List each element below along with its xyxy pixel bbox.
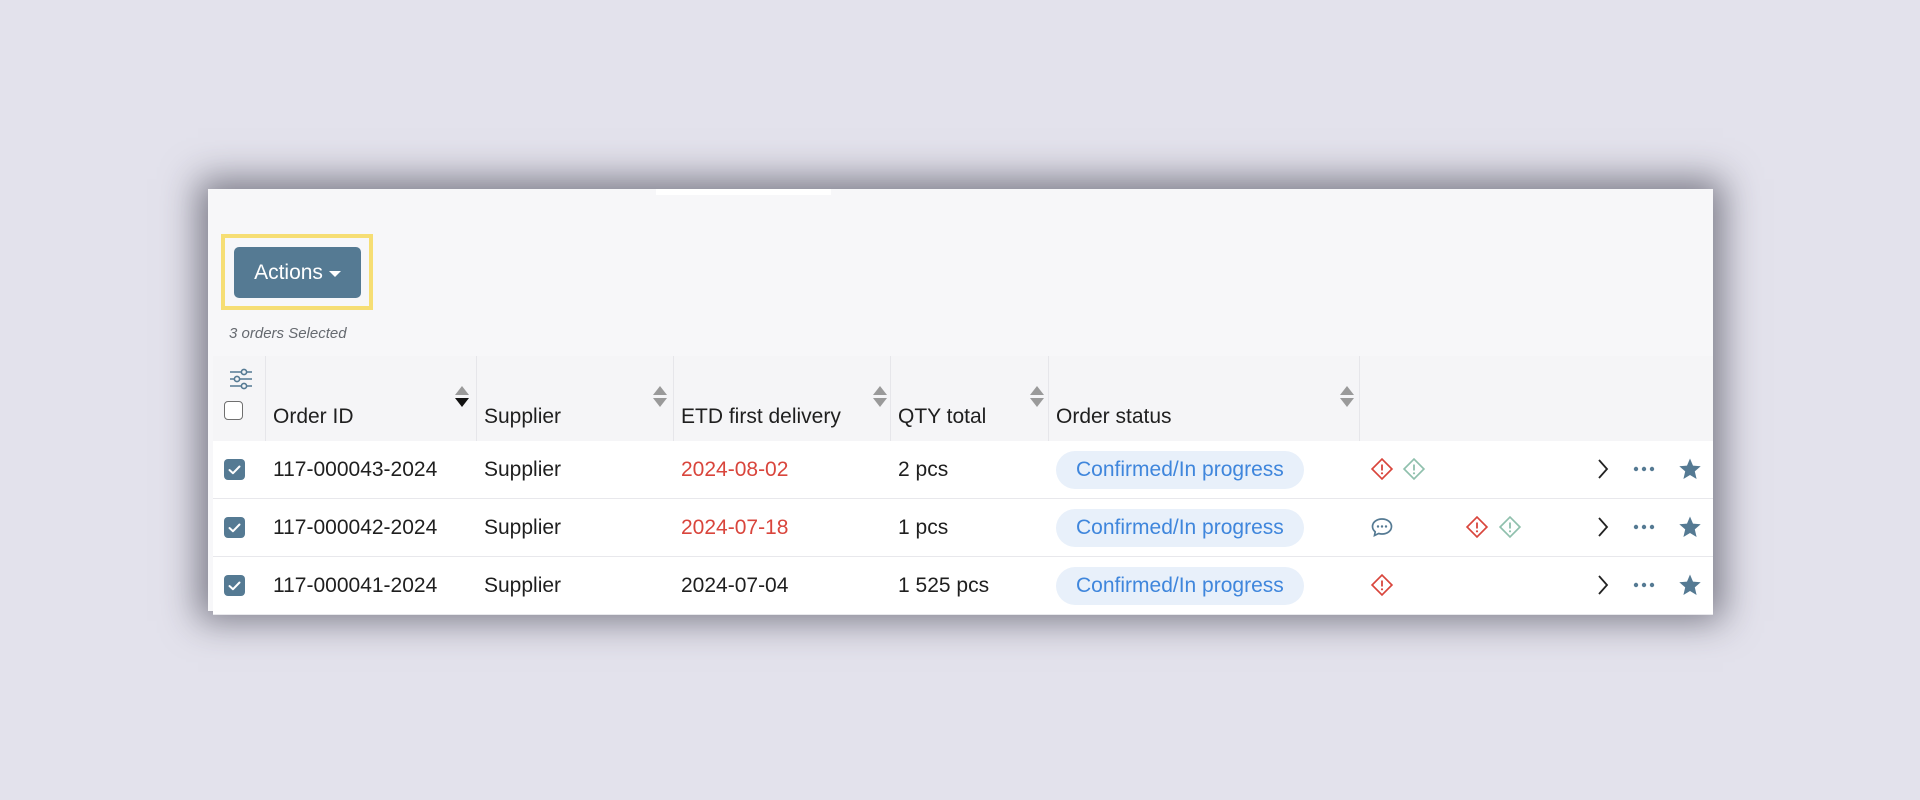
- header-qty[interactable]: QTY total: [890, 356, 1049, 441]
- row-checkbox[interactable]: [224, 557, 245, 614]
- etd-date: 2024-07-04: [681, 573, 789, 597]
- supplier-name: Supplier: [484, 457, 562, 481]
- sort-desc-icon[interactable]: [455, 386, 469, 408]
- table-header: Order ID Supplier ETD first delivery QTY…: [213, 356, 1713, 441]
- header-order-id[interactable]: Order ID: [265, 356, 477, 441]
- status-cell: Confirmed/In progress: [1056, 499, 1304, 556]
- sort-icon[interactable]: [1030, 386, 1044, 408]
- sort-icon[interactable]: [653, 386, 667, 408]
- header-status[interactable]: Order status: [1048, 356, 1360, 441]
- chevron-right-icon[interactable]: [1591, 515, 1615, 539]
- order-id[interactable]: 117-000042-2024: [273, 499, 437, 556]
- order-id[interactable]: 117-000043-2024: [273, 441, 437, 498]
- header-supplier[interactable]: Supplier: [476, 356, 674, 441]
- table-row[interactable]: 117-000041-2024 Supplier 2024-07-04 1 52…: [213, 557, 1713, 615]
- filter-settings-icon[interactable]: [229, 368, 253, 390]
- check-icon: [224, 575, 245, 596]
- more-options-icon[interactable]: [1632, 573, 1656, 597]
- check-icon: [224, 459, 245, 480]
- selected-count: 3 orders Selected: [229, 325, 347, 342]
- actions-button[interactable]: Actions: [234, 247, 361, 298]
- more-options-icon[interactable]: [1632, 457, 1656, 481]
- table-row[interactable]: 117-000043-2024 Supplier 2024-08-02 2 pc…: [213, 441, 1713, 499]
- qty-total: 1 525 pcs: [898, 573, 990, 597]
- tab-indicator: [656, 189, 831, 195]
- caret-down-icon: [328, 270, 341, 277]
- chevron-right-icon[interactable]: [1591, 573, 1615, 597]
- check-icon: [224, 517, 245, 538]
- sort-icon[interactable]: [873, 386, 887, 408]
- actions-button-label: Actions: [254, 260, 323, 284]
- header-select-col: [213, 356, 266, 441]
- select-all-checkbox[interactable]: [224, 401, 243, 420]
- header-etd[interactable]: ETD first delivery: [673, 356, 891, 441]
- status-badge: Confirmed/In progress: [1056, 566, 1304, 605]
- star-icon[interactable]: [1678, 573, 1702, 597]
- table-row[interactable]: 117-000042-2024 Supplier 2024-07-18 1 pc…: [213, 499, 1713, 557]
- supplier-name: Supplier: [484, 573, 562, 597]
- alert-red-icon[interactable]: [1465, 515, 1489, 539]
- row-checkbox[interactable]: [224, 441, 245, 498]
- order-id[interactable]: 117-000041-2024: [273, 557, 437, 614]
- more-options-icon[interactable]: [1632, 515, 1656, 539]
- status-cell: Confirmed/In progress: [1056, 557, 1304, 614]
- status-badge: Confirmed/In progress: [1056, 450, 1304, 489]
- chevron-right-icon[interactable]: [1591, 457, 1615, 481]
- alert-green-icon[interactable]: [1402, 457, 1426, 481]
- orders-table: Order ID Supplier ETD first delivery QTY…: [213, 356, 1713, 615]
- orders-panel: Actions 3 orders Selected Order ID Suppl…: [208, 189, 1713, 615]
- qty-total: 1 pcs: [898, 515, 949, 539]
- status-badge: Confirmed/In progress: [1056, 508, 1304, 547]
- alert-red-icon[interactable]: [1370, 457, 1394, 481]
- alert-red-icon[interactable]: [1370, 573, 1394, 597]
- chat-icon[interactable]: [1370, 515, 1394, 539]
- supplier-name: Supplier: [484, 515, 562, 539]
- qty-total: 2 pcs: [898, 457, 949, 481]
- star-icon[interactable]: [1678, 457, 1702, 481]
- status-cell: Confirmed/In progress: [1056, 441, 1304, 498]
- alert-green-icon[interactable]: [1498, 515, 1522, 539]
- star-icon[interactable]: [1678, 515, 1702, 539]
- etd-date: 2024-08-02: [681, 457, 789, 481]
- sort-icon[interactable]: [1340, 386, 1354, 408]
- etd-date: 2024-07-18: [681, 515, 789, 539]
- row-checkbox[interactable]: [224, 499, 245, 556]
